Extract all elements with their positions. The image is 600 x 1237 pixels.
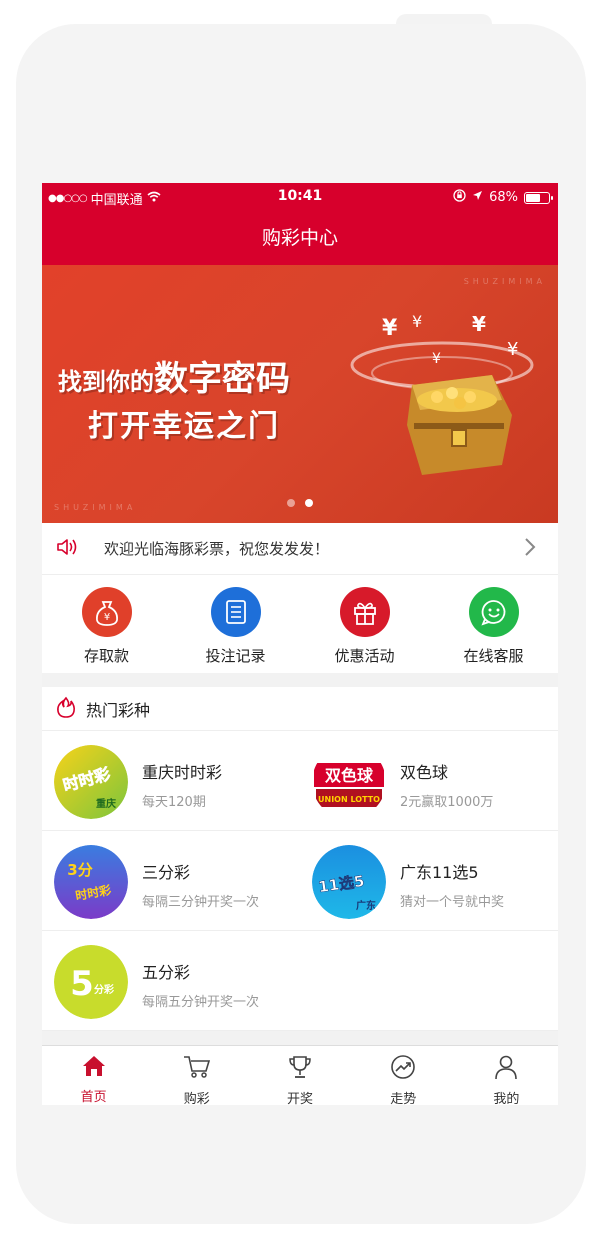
logo-text: 5	[70, 964, 94, 1004]
svg-text:¥: ¥	[412, 312, 422, 331]
logo-subtext: 重庆	[96, 797, 116, 810]
ssq-logo: 双色球 UNION LOTTO	[312, 745, 386, 819]
lottery-item-sfc[interactable]: 3分 时时彩 三分彩 每隔三分钟开奖一次	[42, 831, 300, 931]
svg-text:¥: ¥	[472, 312, 486, 336]
lottery-item-wfc[interactable]: 5 分彩 五分彩 每隔五分钟开奖一次	[42, 931, 300, 1031]
logo-subtext: 分彩	[94, 983, 114, 996]
rotation-lock-icon	[453, 189, 466, 206]
lottery-name: 广东11选5	[400, 863, 479, 882]
page-title: 购彩中心	[42, 211, 558, 265]
battery-icon	[524, 191, 553, 204]
lottery-row: 5 分彩 五分彩 每隔五分钟开奖一次	[42, 931, 558, 1031]
svg-text:¥: ¥	[432, 351, 441, 367]
banner-watermark-top: SHUZIMIMA	[463, 277, 546, 286]
quick-action-label: 优惠活动	[334, 647, 395, 665]
tab-label: 走势	[390, 1092, 417, 1105]
person-icon	[493, 1054, 519, 1084]
lottery-name: 三分彩	[142, 863, 191, 882]
quick-action-deposit[interactable]: ¥ 存取款	[42, 575, 171, 673]
tab-label: 我的	[493, 1092, 520, 1105]
lottery-item-gd11x5[interactable]: 11选5 广东 广东11选5 猜对一个号就中奖	[300, 831, 558, 931]
gd11x5-logo: 11选5 广东	[312, 845, 386, 919]
quick-action-promotions[interactable]: 优惠活动	[300, 575, 429, 673]
lottery-row: 3分 时时彩 三分彩 每隔三分钟开奖一次 11选5 广东 广东11选5 猜对一个…	[42, 831, 558, 931]
quick-action-label: 投注记录	[205, 647, 266, 665]
gift-icon	[339, 587, 390, 637]
chevron-right-icon[interactable]	[524, 537, 536, 561]
speaker-icon	[56, 537, 80, 561]
lottery-name: 双色球	[400, 763, 449, 782]
svg-text:¥: ¥	[507, 339, 518, 360]
location-arrow-icon	[472, 190, 483, 205]
trophy-icon	[287, 1054, 313, 1084]
home-icon	[81, 1054, 107, 1082]
tab-buy[interactable]: 购彩	[145, 1046, 248, 1105]
tab-label: 开奖	[287, 1092, 314, 1105]
banner-headline-prefix: 找到你的	[58, 368, 154, 396]
lottery-desc: 每天120期	[142, 795, 206, 810]
lottery-desc: 每隔三分钟开奖一次	[142, 895, 260, 910]
lottery-name: 五分彩	[142, 963, 191, 982]
wfc-logo: 5 分彩	[54, 945, 128, 1019]
list-icon	[210, 587, 261, 637]
status-right: 68%	[453, 189, 553, 206]
banner-headline: 找到你的数字密码	[58, 351, 290, 400]
svg-text:¥: ¥	[103, 612, 109, 623]
section-title: 热门彩种	[86, 700, 151, 720]
tab-label: 购彩	[183, 1092, 210, 1105]
svg-text:¥: ¥	[382, 316, 398, 341]
sfc-logo: 3分 时时彩	[54, 845, 128, 919]
lottery-desc: 猜对一个号就中奖	[400, 895, 505, 910]
logo-text: 双色球	[325, 766, 374, 785]
lottery-item-cqssc[interactable]: 时时彩 重庆 重庆时时彩 每天120期	[42, 731, 300, 831]
logo-subtext: 广东	[356, 899, 376, 912]
promo-banner[interactable]: SHUZIMIMA SHUZIMIMA 找到你的数字密码 打开幸运之门 ¥ ¥ …	[42, 265, 558, 523]
tab-trend[interactable]: 走势	[352, 1046, 455, 1105]
quick-action-label: 存取款	[83, 647, 129, 665]
app-screen: ●●○○○ 中国联通 10:41 68% 购彩中心 SHUZIMIMA SHUZ…	[42, 183, 558, 1105]
cart-icon	[182, 1054, 212, 1084]
banner-subheadline: 打开幸运之门	[88, 409, 280, 444]
fire-icon	[56, 696, 76, 722]
tab-profile[interactable]: 我的	[455, 1046, 558, 1105]
pager-dot[interactable]	[305, 499, 313, 507]
trend-icon	[390, 1054, 416, 1084]
cqssc-logo: 时时彩 重庆	[54, 745, 128, 819]
lottery-desc: 每隔五分钟开奖一次	[142, 995, 260, 1010]
money-bag-icon: ¥	[81, 587, 132, 637]
tab-home[interactable]: 首页	[42, 1046, 145, 1105]
lottery-list: 时时彩 重庆 重庆时时彩 每天120期 双色球 UNION LOTTO 双色球 …	[42, 731, 558, 1031]
hot-lottery-header: 热门彩种	[42, 687, 558, 731]
banner-pager[interactable]	[42, 499, 558, 507]
lottery-row: 时时彩 重庆 重庆时时彩 每天120期 双色球 UNION LOTTO 双色球 …	[42, 731, 558, 831]
banner-headline-emphasis: 数字密码	[154, 359, 290, 399]
pager-dot[interactable]	[287, 499, 295, 507]
quick-action-customer-service[interactable]: 在线客服	[429, 575, 558, 673]
treasure-chest-illustration: ¥ ¥ ¥ ¥ ¥	[342, 305, 542, 489]
bottom-tab-bar: 首页 购彩 开奖 走势 我的	[42, 1045, 558, 1105]
logo-text: 3分	[67, 861, 92, 879]
lottery-desc: 2元赢取1000万	[400, 795, 494, 810]
status-bar: ●●○○○ 中国联通 10:41 68%	[42, 183, 558, 211]
tab-label: 首页	[80, 1090, 107, 1105]
tab-results[interactable]: 开奖	[248, 1046, 351, 1105]
lottery-item-ssq[interactable]: 双色球 UNION LOTTO 双色球 2元赢取1000万	[300, 731, 558, 831]
lottery-name: 重庆时时彩	[142, 763, 223, 782]
quick-actions: ¥ 存取款 投注记录 优惠活动 在线客服	[42, 575, 558, 673]
logo-subtext: UNION LOTTO	[318, 795, 380, 804]
quick-action-bet-records[interactable]: 投注记录	[171, 575, 300, 673]
quick-action-label: 在线客服	[463, 647, 524, 665]
battery-percent: 68%	[489, 190, 518, 205]
smile-chat-icon	[468, 587, 519, 637]
notice-text: 欢迎光临海豚彩票，祝您发发发！	[104, 540, 330, 558]
notice-bar[interactable]: 欢迎光临海豚彩票，祝您发发发！	[42, 523, 558, 575]
